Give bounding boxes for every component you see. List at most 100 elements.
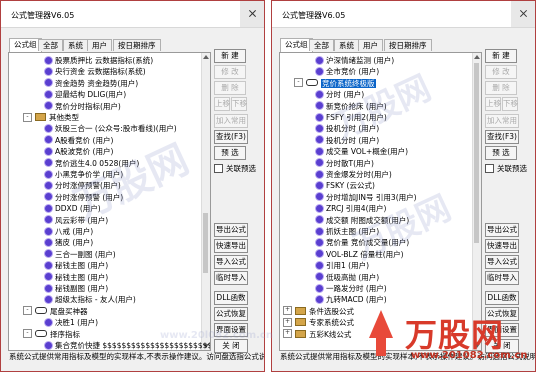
close-icon[interactable] (511, 1, 535, 27)
tab-1[interactable]: 全部 (309, 39, 334, 51)
tree-node[interactable]: 资金趋势 资金趋势(用户) (45, 78, 138, 90)
move-down-button[interactable]: 下移 (502, 97, 518, 111)
checkbox-box[interactable] (485, 163, 494, 173)
tree-node[interactable]: FSFY 引用2(用户) (316, 112, 387, 124)
tab-1[interactable]: 全部 (38, 39, 63, 51)
tree-node[interactable]: 新竞价抢床 (用户) (316, 101, 387, 113)
tree-node[interactable]: 竞价分时指标(用户) (45, 101, 121, 113)
tab-2[interactable]: 系统 (63, 39, 88, 51)
tree-node[interactable]: 集合竞价快捷 $$$$$$$$$$$$$$$$$$$$$$$$$$$$ (45, 340, 210, 350)
tree-node[interactable]: 分时 (用户) (316, 89, 364, 101)
tree-node[interactable]: - 择序指标 (23, 329, 80, 341)
move-up-button[interactable]: 上移 (214, 97, 230, 111)
tree-node[interactable]: 猪皮 (用户) (45, 237, 93, 249)
tree-node[interactable]: 抓妖主图 (用户) (316, 226, 379, 238)
collapse-icon[interactable]: - (23, 329, 32, 339)
find-button[interactable]: 查找(F3) (485, 130, 519, 144)
tree-node[interactable]: 秘钱主图 (用户) (45, 272, 108, 284)
tree-node[interactable]: DDXD (用户) (45, 203, 101, 215)
tab-4[interactable]: 按日期排序 (384, 39, 432, 51)
collapse-icon[interactable]: - (23, 112, 32, 122)
tree-node[interactable]: 分时散T(用户) (316, 158, 374, 170)
tree-node[interactable]: 一路发分时 (用户) (316, 283, 387, 295)
collapse-icon[interactable]: - (294, 78, 303, 88)
expand-icon[interactable]: + (283, 306, 292, 316)
temp-import-button[interactable]: 临时导入 (485, 271, 519, 285)
tree-node[interactable]: 小黑竞争价学 (用户) (45, 169, 123, 181)
tree-node[interactable]: 低吸高抛 (用户) (316, 272, 379, 284)
tree-node[interactable]: + 五彩K线公式 (283, 329, 351, 341)
quick-export-button[interactable]: 快速导出 (214, 239, 248, 253)
tree-node[interactable]: 成交量 VOL+概金(用户) (316, 146, 408, 158)
tree-node[interactable]: 投机分时 (用户) (316, 123, 379, 135)
tree-node[interactable]: ZRCJ 引用4(用户) (316, 203, 386, 215)
tree-node[interactable]: 分时涨停预警(用户) (45, 180, 121, 192)
import-formula-button[interactable]: 导入公式 (485, 255, 519, 269)
tree-node[interactable]: 竞价逃生4.0 0528(用户) (45, 158, 139, 170)
tree-scrollbar[interactable] (201, 53, 210, 350)
tree-node[interactable]: - 其他类型 (23, 112, 79, 124)
checkbox-box[interactable] (214, 163, 223, 173)
expand-icon[interactable]: + (283, 317, 292, 327)
link-preselect-checkbox[interactable]: 关联预选 (485, 163, 527, 174)
formula-tree[interactable]: 股票质押比 云数据指标(系统) 央行资金 云数据指标(系统) 资金趋势 资金趋势(用… (8, 52, 211, 351)
tree-node[interactable]: - 尾盘买神器 (23, 306, 88, 318)
tree-node[interactable]: 央行资金 云数据指标(系统) (45, 66, 146, 78)
scroll-thumb[interactable] (474, 63, 479, 243)
tree-node[interactable]: 分时涨停预警 (用户) (45, 192, 123, 204)
new-button[interactable]: 新 建 (214, 49, 246, 63)
tree-node[interactable]: 成交额 附图成交额(用户) (316, 215, 409, 227)
tree-node[interactable]: - 竞价系统终极版 (294, 78, 376, 90)
tab-4[interactable]: 按日期排序 (113, 39, 161, 51)
tree-node[interactable]: + 条件选股公式 (283, 306, 354, 318)
tree-node[interactable]: 全市竞价 (用户) (316, 66, 379, 78)
quick-export-button[interactable]: 快速导出 (485, 239, 519, 253)
tree-node[interactable]: 资金爆发分时(用户) (316, 169, 392, 181)
move-down-button[interactable]: 下移 (231, 97, 247, 111)
tree-node[interactable]: 秘钱主图 (用户) (45, 260, 108, 272)
delete-button[interactable]: 删 除 (214, 81, 246, 95)
edit-button[interactable]: 修 改 (214, 65, 246, 79)
tree-node[interactable]: A股波竞价 (用户) (45, 146, 113, 158)
close-icon[interactable] (240, 1, 264, 27)
find-button[interactable]: 查找(F3) (214, 130, 248, 144)
move-up-button[interactable]: 上移 (485, 97, 501, 111)
preselect-button[interactable]: 预 选 (214, 146, 246, 160)
tree-node[interactable]: 八戒 (用户) (45, 226, 93, 238)
import-formula-button[interactable]: 导入公式 (214, 255, 248, 269)
scroll-up-icon[interactable] (203, 55, 209, 59)
tree-node[interactable]: 妖股三合一 (公众号:股市看线)(用户) (45, 123, 177, 135)
new-button[interactable]: 新 建 (485, 49, 517, 63)
tree-node[interactable]: A股看竞价 (用户) (45, 135, 113, 147)
scroll-thumb[interactable] (203, 213, 208, 273)
tree-node[interactable]: 沪深情绪监测 (用户) (316, 55, 394, 67)
add-favorite-button[interactable]: 加入常用 (214, 114, 248, 128)
add-favorite-button[interactable]: 加入常用 (485, 114, 519, 128)
tab-0[interactable]: 公式组 (9, 38, 42, 52)
edit-button[interactable]: 修 改 (485, 65, 517, 79)
tree-node[interactable]: FSKY (云公式) (316, 180, 375, 192)
tree-node[interactable]: 三合一副图 (用户) (45, 249, 116, 261)
tab-3[interactable]: 用户 (358, 39, 383, 51)
ui-settings-button[interactable]: 界面设置 (214, 323, 248, 337)
tree-node[interactable]: 风云彩带 (用户) (45, 215, 108, 227)
delete-button[interactable]: 删 除 (485, 81, 517, 95)
tree-node[interactable]: 分时增加JIN号 引用3(用户) (316, 192, 417, 204)
export-formula-button[interactable]: 导出公式 (485, 223, 519, 237)
tree-node[interactable]: 秘钱副图 (用户) (45, 283, 108, 295)
tree-node[interactable]: + 专家系统公式 (283, 317, 354, 329)
tree-node[interactable]: 股票质押比 云数据指标(系统) (45, 55, 153, 67)
dll-function-button[interactable]: DLL函数 (214, 291, 248, 305)
tree-node[interactable]: 竞价量 竞价成交量(用户) (316, 237, 409, 249)
tree-node[interactable]: 迎最结构 DLIG(用户) (45, 89, 126, 101)
tree-node[interactable]: 超级太指标 - 友人(用户) (45, 294, 136, 306)
expand-icon[interactable]: + (283, 329, 292, 339)
tree-node[interactable]: 引用1 (用户) (316, 260, 369, 272)
tab-0[interactable]: 公式组 (280, 38, 313, 52)
scroll-up-icon[interactable] (474, 55, 480, 59)
tab-2[interactable]: 系统 (334, 39, 359, 51)
restore-formula-button[interactable]: 公式恢复 (214, 307, 248, 321)
preselect-button[interactable]: 预 选 (485, 146, 517, 160)
export-formula-button[interactable]: 导出公式 (214, 223, 248, 237)
temp-import-button[interactable]: 临时导入 (214, 271, 248, 285)
